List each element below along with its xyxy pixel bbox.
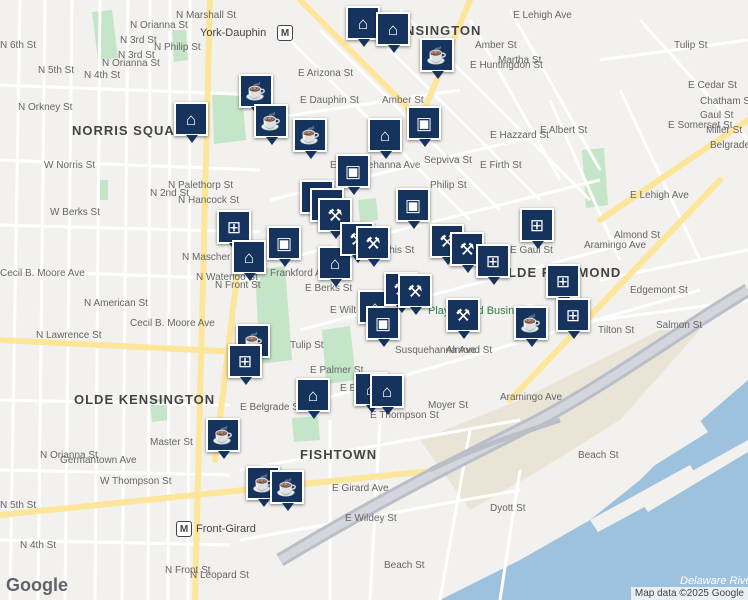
poi-marker[interactable]: ⊞ bbox=[217, 210, 251, 251]
shopping-bag-icon: ▣ bbox=[415, 113, 433, 133]
poi-marker[interactable]: ⌂ bbox=[174, 102, 208, 143]
coffee-icon: ☕ bbox=[276, 477, 298, 497]
coffee-icon: ☕ bbox=[426, 45, 448, 65]
shopping-cart-icon: ⊞ bbox=[226, 217, 242, 237]
graduation-cap-icon: ⌂ bbox=[387, 19, 399, 39]
shopping-cart-icon: ⊞ bbox=[555, 271, 571, 291]
coffee-icon: ☕ bbox=[212, 425, 234, 445]
graduation-cap-icon: ⌂ bbox=[357, 13, 369, 33]
coffee-icon: ☕ bbox=[245, 81, 267, 101]
coffee-icon: ☕ bbox=[520, 313, 542, 333]
poi-marker[interactable]: ☕ bbox=[420, 38, 454, 79]
graduation-cap-icon: ⌂ bbox=[379, 125, 391, 145]
restaurant-icon: ⚒ bbox=[327, 205, 343, 225]
restaurant-icon: ⚒ bbox=[365, 233, 381, 253]
poi-marker[interactable]: ☕ bbox=[239, 74, 273, 115]
poi-marker[interactable]: ▣ bbox=[267, 226, 301, 267]
poi-marker[interactable]: ⌂ bbox=[232, 240, 266, 281]
poi-marker[interactable]: ▣ bbox=[407, 106, 441, 147]
shopping-bag-icon: ▣ bbox=[275, 233, 293, 253]
poi-marker[interactable]: ⌂ bbox=[368, 118, 402, 159]
restaurant-icon: ⚒ bbox=[455, 305, 471, 325]
poi-marker[interactable]: ⊞ bbox=[520, 208, 554, 249]
google-logo: Google bbox=[6, 575, 68, 595]
poi-marker[interactable]: ⌂ bbox=[346, 6, 380, 47]
poi-marker[interactable]: ⌂ bbox=[296, 378, 330, 419]
poi-marker[interactable]: ☕ bbox=[270, 470, 304, 511]
poi-marker[interactable]: ⊞ bbox=[546, 264, 580, 305]
metro-station-icon[interactable]: M bbox=[277, 25, 293, 41]
poi-marker[interactable]: ⚒ bbox=[398, 274, 432, 315]
restaurant-icon: ⚒ bbox=[407, 281, 423, 301]
graduation-cap-icon: ⌂ bbox=[329, 253, 341, 273]
restaurant-icon: ⚒ bbox=[459, 239, 475, 259]
shopping-cart-icon: ⊞ bbox=[485, 251, 501, 271]
coffee-icon: ☕ bbox=[299, 125, 321, 145]
poi-marker[interactable]: ⌂ bbox=[370, 374, 404, 415]
poi-marker[interactable]: ⚒ bbox=[356, 226, 390, 267]
shopping-cart-icon: ⊞ bbox=[529, 215, 545, 235]
poi-marker[interactable]: ☕ bbox=[514, 306, 548, 347]
shopping-bag-icon: ▣ bbox=[344, 161, 362, 181]
poi-marker[interactable]: ☕ bbox=[293, 118, 327, 159]
graduation-cap-icon: ⌂ bbox=[381, 381, 393, 401]
poi-marker[interactable]: ▣ bbox=[366, 306, 400, 347]
poi-marker[interactable]: ⚒ bbox=[446, 298, 480, 339]
poi-marker[interactable]: ▣ bbox=[336, 154, 370, 195]
graduation-cap-icon: ⌂ bbox=[243, 247, 255, 267]
poi-marker[interactable]: ⊞ bbox=[556, 298, 590, 339]
poi-marker[interactable]: ☕ bbox=[254, 104, 288, 145]
shopping-cart-icon: ⊞ bbox=[237, 351, 253, 371]
shopping-bag-icon: ▣ bbox=[374, 313, 392, 333]
poi-marker[interactable]: ▣ bbox=[396, 188, 430, 229]
poi-marker[interactable]: ⊞ bbox=[476, 244, 510, 285]
poi-marker[interactable]: ☕ bbox=[206, 418, 240, 459]
shopping-bag-icon: ▣ bbox=[404, 195, 422, 215]
poi-marker[interactable]: ⌂ bbox=[376, 12, 410, 53]
graduation-cap-icon: ⌂ bbox=[307, 385, 319, 405]
coffee-icon: ☕ bbox=[260, 111, 282, 131]
map-attribution: Map data ©2025 Google bbox=[630, 587, 748, 600]
shopping-cart-icon: ⊞ bbox=[565, 305, 581, 325]
metro-station-icon[interactable]: M bbox=[176, 521, 192, 537]
graduation-cap-icon: ⌂ bbox=[185, 109, 197, 129]
poi-marker[interactable]: ⊞ bbox=[228, 344, 262, 385]
